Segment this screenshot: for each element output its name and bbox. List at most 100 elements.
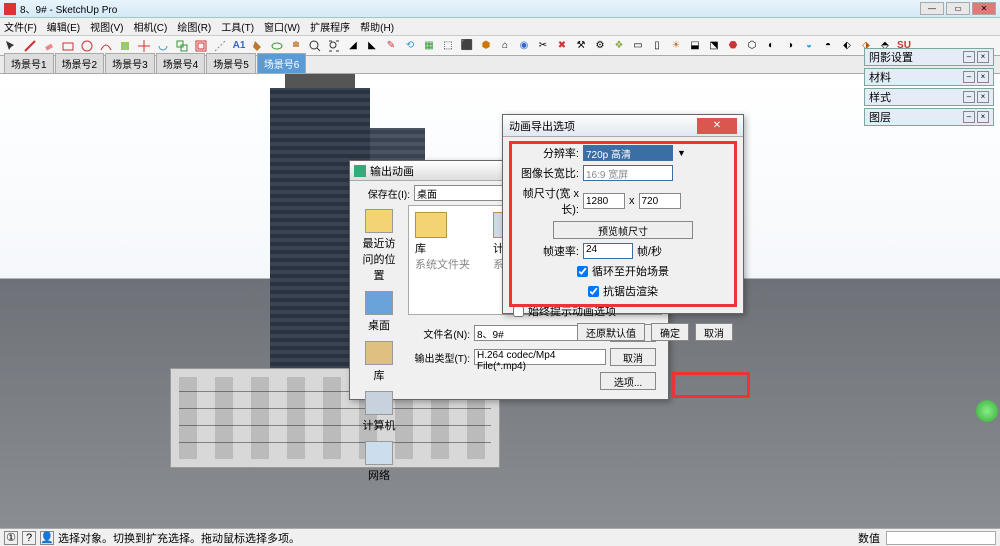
menu-file[interactable]: 文件(F) bbox=[4, 19, 37, 34]
dialog-icon bbox=[354, 165, 366, 177]
filetype-select[interactable]: H.264 codec/Mp4 File(*.mp4) bbox=[474, 349, 606, 365]
tool-icon[interactable]: ◒ bbox=[800, 37, 818, 55]
tool-icon[interactable]: ⚒ bbox=[572, 37, 590, 55]
tool-icon[interactable]: ⌂ bbox=[496, 37, 514, 55]
tray-panels: 阴影设置–× 材料–× 样式–× 图层–× bbox=[864, 48, 994, 128]
place-desktop[interactable]: 桌面 bbox=[359, 291, 399, 333]
line-icon[interactable] bbox=[21, 37, 39, 55]
cancel-button[interactable]: 取消 bbox=[610, 348, 656, 366]
options-titlebar[interactable]: 动画导出选项✕ bbox=[503, 115, 743, 137]
rotate-icon[interactable] bbox=[154, 37, 172, 55]
tool-icon[interactable]: ◓ bbox=[819, 37, 837, 55]
tool-icon[interactable]: ⚙ bbox=[591, 37, 609, 55]
tool-icon[interactable]: ✂ bbox=[534, 37, 552, 55]
menu-draw[interactable]: 绘图(R) bbox=[177, 19, 211, 34]
tool-icon[interactable]: ◣ bbox=[363, 37, 381, 55]
tool-icon[interactable]: ◢ bbox=[344, 37, 362, 55]
tool-icon[interactable]: ⟲ bbox=[401, 37, 419, 55]
paint-icon[interactable] bbox=[249, 37, 267, 55]
tool-icon[interactable]: ◉ bbox=[515, 37, 533, 55]
circle-icon[interactable] bbox=[78, 37, 96, 55]
move-icon[interactable] bbox=[135, 37, 153, 55]
vcb-label: 数值 bbox=[858, 530, 880, 546]
help-icon[interactable]: ? bbox=[22, 531, 36, 545]
options-button[interactable]: 选项... bbox=[600, 372, 656, 390]
panel-shadow[interactable]: 阴影设置–× bbox=[864, 48, 994, 66]
tool-icon[interactable]: ⬔ bbox=[705, 37, 723, 55]
tool-icon[interactable]: ⬡ bbox=[743, 37, 761, 55]
minimize-button[interactable]: — bbox=[920, 2, 944, 15]
menu-help[interactable]: 帮助(H) bbox=[360, 19, 394, 34]
tab-scene[interactable]: 场景号1 bbox=[4, 53, 54, 73]
menu-edit[interactable]: 编辑(E) bbox=[47, 19, 80, 34]
zoom-icon[interactable] bbox=[306, 37, 324, 55]
tool-icon[interactable]: ▦ bbox=[420, 37, 438, 55]
panel-min-icon[interactable]: – bbox=[963, 51, 975, 63]
menu-extensions[interactable]: 扩展程序 bbox=[310, 19, 350, 34]
tool-icon[interactable]: ☀ bbox=[667, 37, 685, 55]
panel-close-icon[interactable]: × bbox=[977, 71, 989, 83]
menubar: 文件(F) 编辑(E) 视图(V) 相机(C) 绘图(R) 工具(T) 窗口(W… bbox=[0, 18, 1000, 36]
file-item[interactable]: 库系统文件夹 bbox=[415, 212, 475, 308]
tool-icon[interactable]: ❖ bbox=[610, 37, 628, 55]
geo-icon[interactable]: 👤 bbox=[40, 531, 54, 545]
tape-icon[interactable] bbox=[211, 37, 229, 55]
panel-layers[interactable]: 图层–× bbox=[864, 108, 994, 126]
menu-window[interactable]: 窗口(W) bbox=[264, 19, 300, 34]
panel-min-icon[interactable]: – bbox=[963, 71, 975, 83]
panel-close-icon[interactable]: × bbox=[977, 91, 989, 103]
tool-icon[interactable]: ⬛ bbox=[458, 37, 476, 55]
rect-icon[interactable] bbox=[59, 37, 77, 55]
tool-icon[interactable]: ▯ bbox=[648, 37, 666, 55]
orbit-icon[interactable] bbox=[268, 37, 286, 55]
eraser-icon[interactable] bbox=[40, 37, 58, 55]
close-button[interactable]: ✕ bbox=[972, 2, 996, 15]
tab-scene[interactable]: 场景号5 bbox=[206, 53, 256, 73]
savein-label: 保存在(I): bbox=[356, 186, 410, 201]
tab-scene-active[interactable]: 场景号6 bbox=[257, 53, 307, 73]
tool-icon[interactable]: ⬚ bbox=[439, 37, 457, 55]
tool-icon[interactable]: ✖ bbox=[553, 37, 571, 55]
pan-icon[interactable] bbox=[287, 37, 305, 55]
menu-view[interactable]: 视图(V) bbox=[90, 19, 123, 34]
tool-icon[interactable]: ◐ bbox=[762, 37, 780, 55]
place-recent[interactable]: 最近访问的位置 bbox=[359, 209, 399, 283]
tool-icon[interactable]: ⬖ bbox=[838, 37, 856, 55]
place-network[interactable]: 网络 bbox=[359, 441, 399, 483]
panel-min-icon[interactable]: – bbox=[963, 91, 975, 103]
push-icon[interactable] bbox=[116, 37, 134, 55]
menu-camera[interactable]: 相机(C) bbox=[133, 19, 167, 34]
zoom-extents-icon[interactable] bbox=[325, 37, 343, 55]
options-close-button[interactable]: ✕ bbox=[697, 118, 737, 134]
tab-scene[interactable]: 场景号3 bbox=[105, 53, 155, 73]
tool-icon[interactable]: ⬣ bbox=[724, 37, 742, 55]
arc-icon[interactable] bbox=[97, 37, 115, 55]
place-computer[interactable]: 计算机 bbox=[359, 391, 399, 433]
tool-icon[interactable]: ⬓ bbox=[686, 37, 704, 55]
tab-scene[interactable]: 场景号4 bbox=[156, 53, 206, 73]
place-libs[interactable]: 库 bbox=[359, 341, 399, 383]
maximize-button[interactable]: ▭ bbox=[946, 2, 970, 15]
menu-tools[interactable]: 工具(T) bbox=[221, 19, 254, 34]
tool-icon[interactable]: ✎ bbox=[382, 37, 400, 55]
info-icon[interactable]: ① bbox=[4, 531, 18, 545]
text-icon[interactable]: A1 bbox=[230, 37, 248, 55]
vcb-input[interactable] bbox=[886, 531, 996, 545]
panel-styles[interactable]: 样式–× bbox=[864, 88, 994, 106]
select-icon[interactable] bbox=[2, 37, 20, 55]
panel-materials[interactable]: 材料–× bbox=[864, 68, 994, 86]
offset-icon[interactable] bbox=[192, 37, 210, 55]
tool-icon[interactable]: ▭ bbox=[629, 37, 647, 55]
tool-icon[interactable]: ⬢ bbox=[477, 37, 495, 55]
scale-icon[interactable] bbox=[173, 37, 191, 55]
panel-close-icon[interactable]: × bbox=[977, 111, 989, 123]
tab-scene[interactable]: 场景号2 bbox=[55, 53, 105, 73]
filename-label: 文件名(N): bbox=[414, 326, 470, 341]
assist-icon[interactable] bbox=[976, 400, 998, 422]
tool-icon[interactable]: ◑ bbox=[781, 37, 799, 55]
panel-min-icon[interactable]: – bbox=[963, 111, 975, 123]
restore-button[interactable]: 还原默认值 bbox=[577, 323, 645, 341]
cancel-button[interactable]: 取消 bbox=[695, 323, 733, 341]
ok-button[interactable]: 确定 bbox=[651, 323, 689, 341]
panel-close-icon[interactable]: × bbox=[977, 51, 989, 63]
